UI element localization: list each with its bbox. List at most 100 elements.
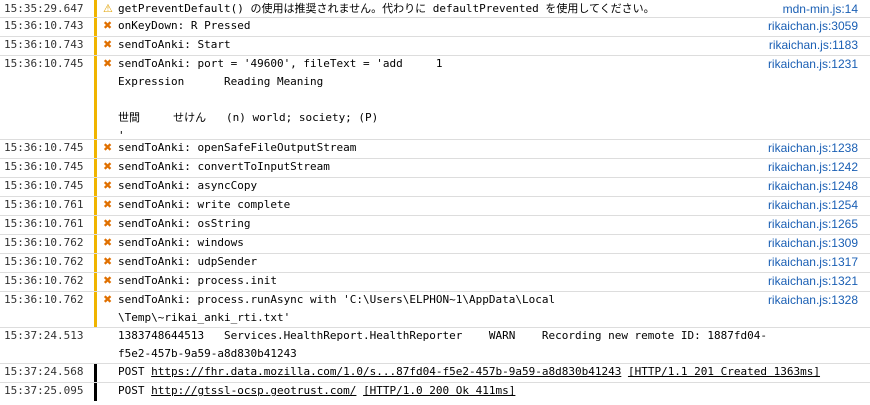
row-divider <box>0 363 870 364</box>
timestamp: 15:36:10.761 <box>4 198 84 211</box>
timestamp: 15:36:10.745 <box>4 57 84 70</box>
console-message-row: 15:36:10.743 ✖ sendToAnki: Start rikaichan.… <box>0 36 870 55</box>
timestamp: 15:36:10.762 <box>4 255 84 268</box>
row-divider <box>0 36 870 37</box>
row-divider <box>0 177 870 178</box>
source-link[interactable]: rikaichan.js:1328 <box>768 291 858 309</box>
console-message-row: 15:36:10.761 ✖ sendToAnki: write complete r… <box>0 196 870 215</box>
timestamp: 15:36:10.745 <box>4 160 84 173</box>
warning-category-bar <box>94 36 97 55</box>
message-line: Expression Reading Meaning <box>118 75 324 88</box>
source-link[interactable]: rikaichan.js:1265 <box>768 215 858 233</box>
error-icon: ✖ <box>103 38 113 51</box>
source-link[interactable]: rikaichan.js:1183 <box>769 36 858 54</box>
console-message-row: 15:36:10.745 ✖ sendToAnki: openSafeFileOut… <box>0 139 870 158</box>
row-divider <box>0 196 870 197</box>
message-text: sendToAnki: convertToInputStream <box>118 158 758 176</box>
console-message-row: 15:36:10.745 ✖ sendToAnki: asyncCopy rikaic… <box>0 177 870 196</box>
message-line: sendToAnki: udpSender <box>118 255 258 268</box>
message-text: sendToAnki: write complete <box>118 196 758 214</box>
message-line: sendToAnki: windows <box>118 236 244 249</box>
source-link[interactable]: rikaichan.js:3059 <box>768 17 858 35</box>
message-line: sendToAnki: process.runAsync with 'C:\Us… <box>118 293 556 306</box>
source-link[interactable]: rikaichan.js:1231 <box>768 55 858 73</box>
timestamp: 15:36:10.743 <box>4 19 84 32</box>
message-text: sendToAnki: process.runAsync with 'C:\Us… <box>118 291 758 327</box>
row-divider <box>0 17 870 18</box>
response-status-link[interactable]: [HTTP/1.1 201 Created 1363ms] <box>628 365 820 378</box>
timestamp: 15:36:10.762 <box>4 293 84 306</box>
response-status-link[interactable]: [HTTP/1.0 200 Ok 411ms] <box>363 384 515 397</box>
source-link[interactable]: mdn-min.js:14 <box>783 0 858 18</box>
message-line: 1383748644513 Services.HealthReport.Heal… <box>118 329 768 342</box>
message-text: sendToAnki: udpSender <box>118 253 758 271</box>
message-text: sendToAnki: osString <box>118 215 758 233</box>
message-text: sendToAnki: Start <box>118 36 758 54</box>
error-icon: ✖ <box>103 179 113 192</box>
message-text: 1383748644513 Services.HealthReport.Heal… <box>118 327 768 363</box>
warning-icon: ⚠ <box>103 2 113 15</box>
row-divider <box>0 234 870 235</box>
error-icon: ✖ <box>103 19 113 32</box>
console-message-row: 15:36:10.762 ✖ sendToAnki: process.runAsyn… <box>0 291 870 327</box>
timestamp: 15:36:10.762 <box>4 236 84 249</box>
request-url-link[interactable]: https://fhr.data.mozilla.com/1.0/s...87f… <box>151 365 621 378</box>
error-icon: ✖ <box>103 160 113 173</box>
timestamp: 15:36:10.761 <box>4 217 84 230</box>
error-icon: ✖ <box>103 217 113 230</box>
console-message-row: 15:36:10.745 ✖ sendToAnki: port = '49600',… <box>0 55 870 142</box>
row-divider <box>0 291 870 292</box>
console-message-row: 15:37:24.513 1383748644513 Services.Healt… <box>0 327 870 363</box>
error-icon: ✖ <box>103 141 113 154</box>
timestamp: 15:36:10.745 <box>4 179 84 192</box>
row-divider <box>0 327 870 328</box>
warning-category-bar <box>94 196 97 215</box>
console-message-row: 15:36:10.762 ✖ sendToAnki: process.init rik… <box>0 272 870 291</box>
error-icon: ✖ <box>103 274 113 287</box>
source-link[interactable]: rikaichan.js:1238 <box>768 139 858 157</box>
timestamp: 15:37:24.568 <box>4 365 84 378</box>
source-link[interactable]: rikaichan.js:1309 <box>768 234 858 252</box>
console-message-row: 15:36:10.761 ✖ sendToAnki: osString rikaich… <box>0 215 870 234</box>
network-request-row: 15:37:24.568 POST https://fhr.data.mozill… <box>0 363 870 382</box>
warning-category-bar <box>94 139 97 158</box>
message-line: sendToAnki: process.init <box>118 274 277 287</box>
source-link[interactable]: rikaichan.js:1321 <box>768 272 858 290</box>
message-line: \Temp\~rikai_anki_rti.txt' <box>118 311 291 324</box>
source-link[interactable]: rikaichan.js:1254 <box>768 196 858 214</box>
row-divider <box>0 55 870 56</box>
warning-category-bar <box>94 291 97 327</box>
warning-category-bar <box>94 272 97 291</box>
error-icon: ✖ <box>103 236 113 249</box>
timestamp: 15:37:24.513 <box>4 329 84 342</box>
warning-category-bar <box>94 17 97 36</box>
message-text: onKeyDown: R Pressed <box>118 17 758 35</box>
source-link[interactable]: rikaichan.js:1242 <box>768 158 858 176</box>
network-request-row: 15:37:25.095 POST http://gtssl-ocsp.geotr… <box>0 382 870 401</box>
web-console-output: 15:35:29.647 ⚠ getPreventDefault() の使用は推奨さ… <box>0 0 870 405</box>
row-divider <box>0 158 870 159</box>
message-text: sendToAnki: process.init <box>118 272 758 290</box>
message-text: sendToAnki: openSafeFileOutputStream <box>118 139 758 157</box>
network-message: POST https://fhr.data.mozilla.com/1.0/s.… <box>118 363 820 381</box>
row-divider <box>0 382 870 383</box>
message-line: sendToAnki: write complete <box>118 198 291 211</box>
console-message-row: 15:36:10.762 ✖ sendToAnki: udpSender rikaic… <box>0 253 870 272</box>
source-link[interactable]: rikaichan.js:1248 <box>768 177 858 195</box>
http-method: POST <box>118 384 152 397</box>
error-icon: ✖ <box>103 198 113 211</box>
source-link[interactable]: rikaichan.js:1317 <box>768 253 858 271</box>
error-icon: ✖ <box>103 255 113 268</box>
warning-category-bar <box>94 55 97 139</box>
message-line: 世間 せけん (n) world; society; (P) <box>118 111 379 124</box>
message-line: sendToAnki: osString <box>118 217 251 230</box>
network-category-bar <box>94 363 97 382</box>
console-message-row: 15:36:10.743 ✖ onKeyDown: R Pressed rikaich… <box>0 17 870 36</box>
warning-category-bar <box>94 158 97 177</box>
row-divider <box>0 139 870 140</box>
message-text: sendToAnki: port = '49600', fileText = '… <box>118 55 758 145</box>
timestamp: 15:36:10.743 <box>4 38 84 51</box>
message-text: getPreventDefault() の使用は推奨されません。代わりに def… <box>118 0 758 18</box>
http-method: POST <box>118 365 152 378</box>
request-url-link[interactable]: http://gtssl-ocsp.geotrust.com/ <box>151 384 356 397</box>
